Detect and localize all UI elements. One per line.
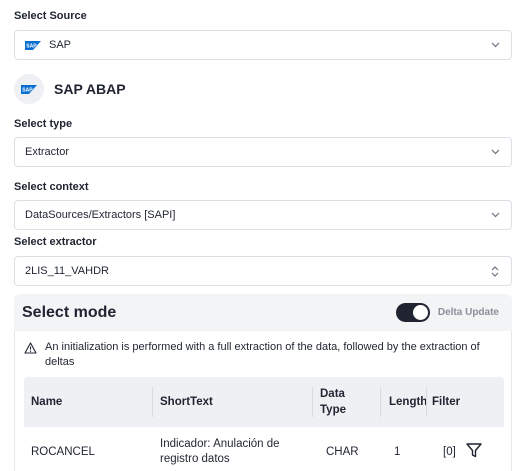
- mode-info-text: An initialization is performed with a fu…: [45, 341, 480, 368]
- select-source-label: Select Source: [14, 10, 87, 22]
- select-type-label: Select type: [14, 118, 73, 130]
- row-data-type: CHAR: [326, 446, 359, 458]
- svg-text:SAP: SAP: [22, 87, 33, 93]
- table-header: Name ShortText Data Type Length Filter: [24, 377, 504, 427]
- select-mode-panel: Select mode Delta Update An initializati…: [14, 294, 512, 471]
- extractor-select[interactable]: 2LIS_11_VAHDR: [14, 256, 512, 286]
- context-select-value: DataSources/Extractors [SAPI]: [25, 209, 176, 221]
- column-header-data-type-label: Data Type: [320, 388, 346, 416]
- row-filter-count: [0]: [443, 446, 456, 458]
- chevron-up-down-icon: [489, 265, 501, 277]
- sap-logo-icon: SAP: [25, 40, 41, 50]
- mode-info-box: An initialization is performed with a fu…: [14, 331, 512, 471]
- source-title: SAP ABAP: [54, 81, 126, 97]
- source-select-value: SAP: [49, 39, 72, 51]
- column-header-filter[interactable]: Filter: [427, 377, 504, 427]
- source-select[interactable]: SAP SAP: [14, 30, 512, 60]
- source-heading: SAP SAP ABAP: [14, 74, 126, 104]
- sap-logo-icon: SAP: [14, 74, 44, 104]
- filter-icon[interactable]: [466, 443, 482, 461]
- select-extractor-label: Select extractor: [14, 236, 97, 248]
- type-select[interactable]: Extractor: [14, 137, 512, 167]
- table-row[interactable]: ROCANCEL Indicador: Anulación de registr…: [24, 427, 504, 471]
- select-mode-title: Select mode: [22, 303, 117, 321]
- type-select-value: Extractor: [25, 146, 70, 158]
- fields-table: Name ShortText Data Type Length Filter R…: [24, 377, 504, 471]
- extractor-select-value: 2LIS_11_VAHDR: [25, 265, 109, 277]
- chevron-down-icon: [489, 209, 501, 221]
- column-header-name[interactable]: Name: [24, 377, 153, 427]
- mode-info-message: An initialization is performed with a fu…: [24, 340, 504, 370]
- svg-text:SAP: SAP: [26, 43, 37, 49]
- context-select[interactable]: DataSources/Extractors [SAPI]: [14, 200, 512, 230]
- column-header-shorttext[interactable]: ShortText: [153, 377, 313, 427]
- column-header-length[interactable]: Length: [381, 377, 427, 427]
- delta-update-toggle[interactable]: [395, 303, 430, 322]
- chevron-down-icon: [489, 146, 501, 158]
- row-length: 1: [394, 446, 401, 458]
- row-filter-cell: [0]: [427, 427, 504, 471]
- row-short-text: Indicador: Anulación de registro datos: [160, 438, 280, 465]
- toggle-knob: [412, 305, 428, 320]
- delta-update-label: Delta Update: [437, 307, 499, 318]
- select-mode-header: Select mode Delta Update: [14, 294, 512, 331]
- warning-icon: [24, 341, 38, 355]
- column-header-data-type[interactable]: Data Type: [313, 377, 381, 427]
- row-name: ROCANCEL: [31, 446, 95, 458]
- select-context-label: Select context: [14, 181, 89, 193]
- chevron-down-icon: [489, 39, 501, 51]
